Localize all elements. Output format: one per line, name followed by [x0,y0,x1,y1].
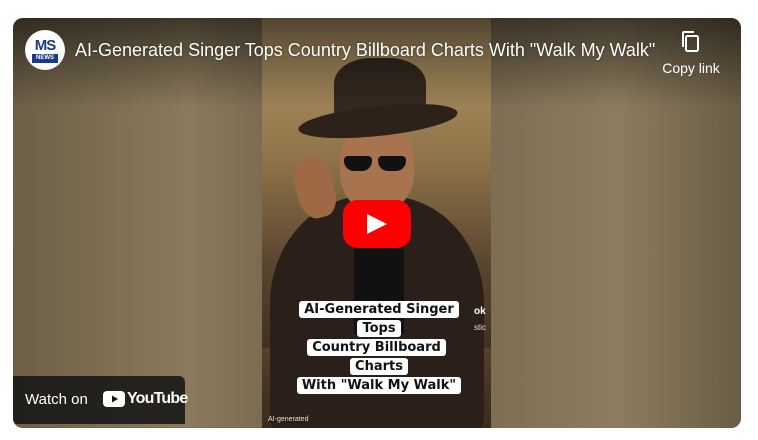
channel-logo-text: MS [34,37,57,54]
watch-on-youtube-button[interactable]: Watch on YouTube [13,376,188,424]
watch-on-label: Watch on [25,391,88,408]
copy-link-button[interactable]: Copy link [653,30,729,76]
channel-logo-sub: NEWS [32,54,58,63]
play-icon [367,214,387,234]
ai-generated-label: AI-generated [268,416,309,423]
figure-sunglasses [344,156,408,172]
channel-avatar[interactable]: MS NEWS [25,30,65,70]
top-gradient [13,18,741,108]
video-caption: AI-Generated Singer Tops Country Billboa… [284,300,474,395]
caption-line-1: AI-Generated Singer Tops [299,301,459,337]
caption-line-2: Country Billboard Charts [307,339,446,375]
copy-icon [682,31,699,52]
video-player[interactable]: AI-Generated Singer Tops Country Billboa… [13,18,741,428]
youtube-logo-icon [103,391,125,407]
youtube-wordmark: YouTube [127,390,188,407]
play-button[interactable] [343,200,411,248]
partial-text-1: ok [474,306,486,317]
caption-line-3: With "Walk My Walk" [296,377,462,394]
copy-link-label: Copy link [662,60,720,76]
video-title[interactable]: AI-Generated Singer Tops Country Billboa… [75,40,655,61]
partial-text-2: stic [474,323,486,332]
